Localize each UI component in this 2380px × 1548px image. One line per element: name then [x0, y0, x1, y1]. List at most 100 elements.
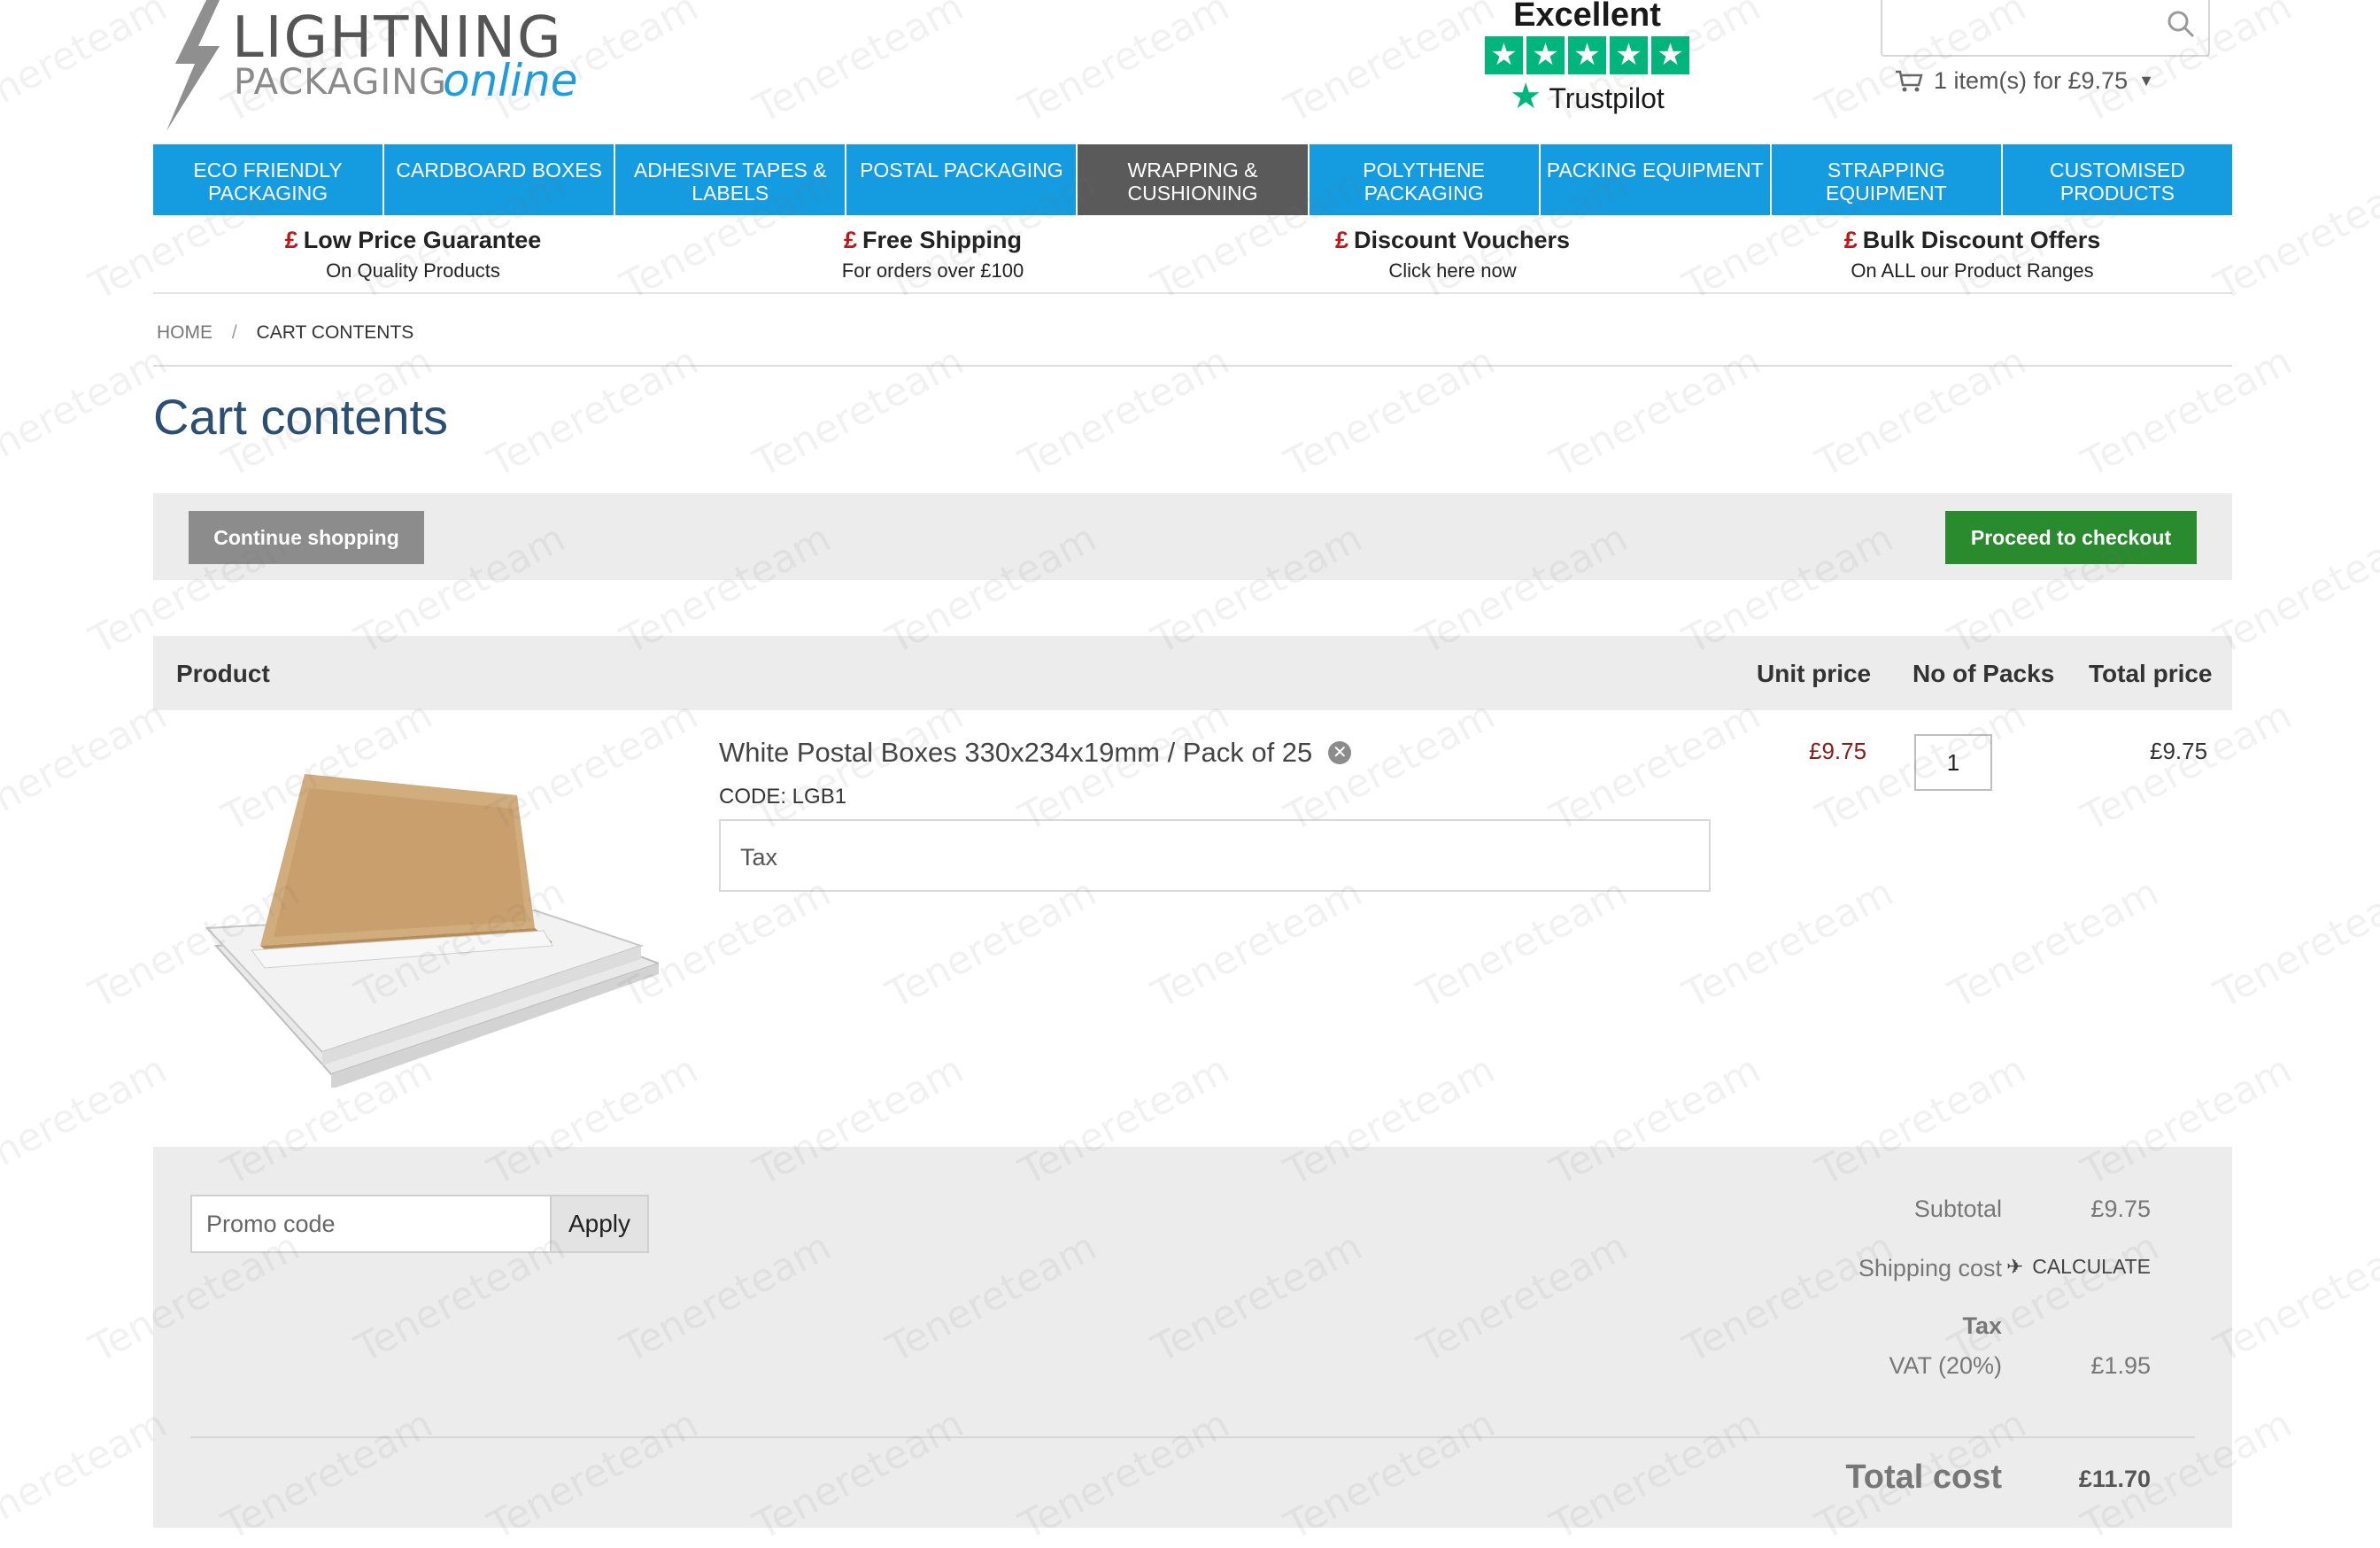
trustpilot-star-icon: ★ — [1510, 77, 1542, 116]
total-cost-value: £11.70 — [2078, 1466, 2151, 1492]
usp-bulk-discount[interactable]: £ Bulk Discount Offers On ALL our Product… — [1712, 221, 2232, 292]
row-total-price: £9.75 — [2150, 738, 2208, 764]
usp-discount-vouchers[interactable]: £ Discount Vouchers Click here now — [1193, 221, 1712, 292]
apply-promo-button[interactable]: Apply — [552, 1195, 649, 1253]
watermark-text: Tenereteam — [1278, 338, 1503, 486]
watermark-text: Tenereteam — [0, 1047, 174, 1195]
usp-free-shipping[interactable]: £ Free Shipping For orders over £100 — [673, 221, 1193, 292]
usp-subtitle: On ALL our Product Ranges — [1851, 259, 2094, 282]
watermark-text: Tenereteam — [0, 1401, 174, 1548]
usp-subtitle: For orders over £100 — [841, 259, 1024, 282]
usp-low-price[interactable]: £ Low Price Guarantee On Quality Products — [153, 221, 673, 292]
cart-actions-bar: Continue shopping Proceed to checkout — [153, 493, 2232, 580]
trustpilot-widget[interactable]: Excellent ★ ★ ★ ★ ★ ★ Trustpilot — [1479, 0, 1696, 124]
pound-icon: £ — [284, 227, 298, 253]
nav-item-polythene-packaging[interactable]: POLYTHENE PACKAGING — [1309, 144, 1541, 215]
trustpilot-brand-text: Trustpilot — [1549, 82, 1665, 114]
nav-item-postal-packaging[interactable]: POSTAL PACKAGING — [846, 144, 1078, 215]
usp-title: Discount Vouchers — [1353, 227, 1571, 253]
watermark-text: Tenereteam — [2207, 870, 2380, 1018]
unit-price: £9.75 — [1809, 738, 1867, 764]
subtotal-value: £9.75 — [2090, 1196, 2151, 1222]
usp-bar: £ Low Price Guarantee On Quality Products… — [153, 221, 2232, 294]
product-image[interactable] — [198, 769, 659, 1087]
logo-line3: online — [443, 55, 578, 106]
proceed-to-checkout-button[interactable]: Proceed to checkout — [1945, 511, 2197, 564]
watermark-text: Tenereteam — [1145, 870, 1370, 1018]
remove-item-icon[interactable]: ✕ — [1328, 741, 1352, 764]
cart-table-header: Product Unit price No of Packs Total pri… — [153, 636, 2232, 710]
watermark-text: Tenereteam — [1809, 338, 2034, 486]
pound-icon: £ — [1843, 227, 1858, 253]
plane-icon: ✈ — [2005, 1255, 2024, 1278]
quantity-input[interactable]: 1 — [1914, 734, 1992, 791]
watermark-text: Tenereteam — [1543, 693, 1768, 840]
product-name[interactable]: White Postal Boxes 330x234x19mm / Pack o… — [719, 737, 1312, 769]
usp-subtitle: Click here now — [1388, 259, 1517, 282]
watermark-text: Tenereteam — [0, 338, 174, 486]
tax-heading: Tax — [1962, 1312, 2002, 1339]
nav-item-wrapping-cushioning[interactable]: WRAPPING & CUSHIONING — [1078, 144, 1310, 215]
lightning-bolt-icon — [166, 0, 220, 131]
nav-item-cardboard-boxes[interactable]: CARDBOARD BOXES — [384, 144, 616, 215]
col-product: Product — [176, 660, 270, 687]
cart-summary[interactable]: 1 item(s) for £9.75 ▼ — [1895, 67, 2154, 95]
star-icon: ★ — [1651, 36, 1689, 74]
star-icon: ★ — [1485, 36, 1523, 74]
nav-item-packing-equipment[interactable]: PACKING EQUIPMENT — [1540, 144, 1772, 215]
product-row: White Postal Boxes 330x234x19mm / Pack o… — [719, 737, 1352, 769]
nav-item-eco-friendly[interactable]: ECO FRIENDLY PACKAGING — [153, 144, 385, 215]
trustpilot-stars: ★ ★ ★ ★ ★ — [1479, 36, 1696, 74]
search-input[interactable] — [1895, 0, 2164, 53]
watermark-text: Tenereteam — [1012, 338, 1237, 486]
watermark-text: Tenereteam — [1676, 870, 1901, 1018]
nav-item-customised-products[interactable]: CUSTOMISED PRODUCTS — [2002, 144, 2232, 215]
pound-icon: £ — [1334, 227, 1348, 253]
calculate-shipping-link[interactable]: ✈ CALCULATE — [1841, 1255, 2151, 1279]
col-unit-price: Unit price — [1757, 660, 1872, 687]
trustpilot-rating-label: Excellent — [1513, 0, 1661, 34]
watermark-text: Tenereteam — [0, 693, 174, 840]
star-icon: ★ — [1526, 36, 1565, 74]
page-title: Cart contents — [153, 389, 449, 445]
vat-value: £1.95 — [2090, 1352, 2151, 1379]
breadcrumb-home[interactable]: HOME — [157, 322, 212, 343]
search-box — [1881, 0, 2210, 57]
nav-item-strapping-equipment[interactable]: STRAPPING EQUIPMENT — [1771, 144, 2003, 215]
breadcrumb-current: CART CONTENTS — [256, 322, 414, 343]
watermark-text: Tenereteam — [2075, 338, 2299, 486]
site-logo[interactable]: LIGHTNING PACKAGING online — [158, 0, 578, 133]
watermark-text: Tenereteam — [746, 338, 971, 486]
watermark-text: Tenereteam — [2207, 1224, 2380, 1372]
col-total-price: Total price — [2089, 660, 2213, 687]
usp-title: Free Shipping — [862, 227, 1023, 253]
chevron-down-icon: ▼ — [2138, 72, 2154, 89]
watermark-text: Tenereteam — [0, 0, 174, 132]
usp-title: Low Price Guarantee — [303, 227, 542, 253]
nav-item-adhesive-tapes[interactable]: ADHESIVE TAPES & LABELS — [615, 144, 847, 215]
usp-title: Bulk Discount Offers — [1862, 227, 2101, 253]
promo-code-input[interactable]: Promo code — [190, 1195, 552, 1253]
watermark-text: Tenereteam — [1410, 870, 1635, 1018]
tax-label: Tax — [740, 844, 778, 871]
watermark-text: Tenereteam — [2207, 515, 2380, 663]
watermark-text: Tenereteam — [1543, 338, 1768, 486]
tax-box: Tax — [719, 819, 1711, 892]
watermark-text: Tenereteam — [2075, 693, 2299, 840]
watermark-text: Tenereteam — [2207, 161, 2380, 309]
trustpilot-brand: ★ Trustpilot — [1479, 76, 1696, 117]
usp-subtitle: On Quality Products — [326, 259, 500, 282]
main-nav: ECO FRIENDLY PACKAGING CARDBOARD BOXES A… — [153, 144, 2232, 215]
breadcrumb-separator: / — [231, 322, 237, 343]
calculate-label: CALCULATE — [2032, 1255, 2151, 1278]
watermark-text: Tenereteam — [1278, 0, 1503, 132]
divider — [153, 365, 2232, 367]
promo-form: Promo code Apply — [190, 1195, 651, 1253]
watermark-text: Tenereteam — [481, 338, 706, 486]
watermark-text: Tenereteam — [746, 0, 971, 132]
search-icon[interactable] — [2166, 9, 2196, 39]
product-code: CODE: LGB1 — [719, 785, 847, 809]
continue-shopping-button[interactable]: Continue shopping — [189, 511, 424, 564]
pound-icon: £ — [843, 227, 857, 253]
col-packs: No of Packs — [1912, 660, 2055, 687]
